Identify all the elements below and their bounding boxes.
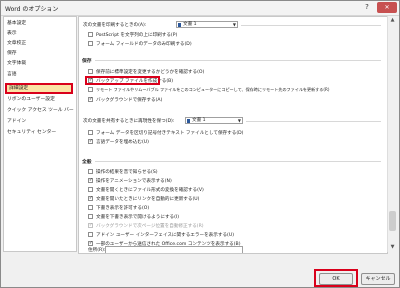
scroll-up-icon[interactable]: ▲	[388, 16, 397, 25]
update-links-label: 文書を開いたときにリンクを自動的に更新する(U)	[96, 197, 200, 202]
postscript-label: PostScript を文字列の上に印刷する(P)	[96, 33, 178, 38]
sidebar-item-language[interactable]: 言語	[7, 71, 17, 79]
chevron-down-icon: ▼	[232, 22, 236, 27]
document-icon	[178, 23, 181, 27]
sidebar-item-typography[interactable]: 文字体裁	[7, 60, 26, 68]
share-doc-label: 次の文書を共有するときに再現性を保つ(D):	[83, 119, 175, 124]
save-section-heading: 保存	[82, 59, 92, 64]
addin-ui-errors-label: アドイン ユーザー インターフェイスに関するエラーを表示する(U)	[96, 233, 234, 238]
sidebar-item-save[interactable]: 保存	[7, 50, 17, 58]
sidebar-item-advanced[interactable]: 詳細設定	[5, 83, 73, 94]
sidebar: 基本設定 表示 文章校正 保存 文字体裁 言語 詳細設定 リボンのユーザー設定 …	[3, 16, 77, 252]
save-form-data-checkbox[interactable]	[88, 130, 93, 135]
general-section-heading: 全般	[82, 160, 92, 165]
background-save-checkbox[interactable]: ✓	[88, 97, 93, 102]
confirm-conversion-label: 文書を開くときにファイル形式の変換を確認する(V)	[96, 188, 204, 193]
share-doc-dropdown-value: 文書 1	[192, 118, 206, 123]
background-repagination-checkbox: ✓	[88, 223, 93, 228]
form-data-print-label: フォーム フィールドのデータのみ印刷する(D)	[96, 42, 192, 47]
divider	[241, 25, 381, 26]
sidebar-item-proofing[interactable]: 文章校正	[7, 40, 26, 48]
options-dialog: Word のオプション ? ✕ 基本設定 表示 文章校正 保存 文字体裁 言語 …	[0, 0, 400, 288]
prompt-save-normal-checkbox[interactable]	[88, 69, 93, 74]
print-doc-dropdown[interactable]: 文書 1 ▼	[176, 21, 238, 28]
sidebar-item-trust-center[interactable]: セキュリティ センター	[7, 129, 56, 137]
help-button[interactable]: ?	[360, 2, 374, 13]
cancel-button[interactable]: キャンセル	[361, 273, 395, 285]
addin-ui-errors-checkbox[interactable]	[88, 232, 93, 237]
sidebar-item-general[interactable]: 基本設定	[7, 20, 26, 28]
chevron-down-icon: ▼	[237, 118, 241, 123]
backup-highlight-box	[85, 76, 160, 85]
background-repagination-label: バックグラウンドで次ページ位置を自動修正する(R)	[96, 224, 204, 229]
close-button[interactable]: ✕	[377, 2, 397, 13]
window-title: Word のオプション	[5, 6, 59, 13]
sound-feedback-checkbox[interactable]	[88, 169, 93, 174]
print-doc-dropdown-value: 文書 1	[183, 22, 197, 27]
content-scrollbar[interactable]: ▲ ▼	[387, 16, 397, 252]
title-bar: Word のオプション ? ✕	[1, 1, 399, 16]
divider	[246, 121, 381, 122]
background-save-label: バックグラウンドで保存する(A)	[96, 98, 163, 103]
confirm-conversion-checkbox[interactable]	[88, 187, 93, 192]
animation-feedback-label: 操作をアニメーションで表示する(N)	[96, 179, 172, 184]
divider	[95, 60, 381, 61]
form-data-print-checkbox[interactable]	[88, 41, 93, 46]
allow-draft-view-checkbox[interactable]	[88, 205, 93, 210]
document-icon	[187, 119, 190, 123]
sidebar-item-display[interactable]: 表示	[7, 30, 17, 38]
embed-linguistic-data-checkbox[interactable]: ✓	[88, 139, 93, 144]
print-doc-label: 次の文書を印刷するときの(A):	[83, 23, 147, 28]
sound-feedback-label: 操作の結果を音で知らせる(S)	[96, 170, 158, 175]
scroll-down-icon[interactable]: ▼	[388, 243, 397, 252]
animation-feedback-checkbox[interactable]: ✓	[88, 178, 93, 183]
open-draft-view-label: 文書を下書き表示で開けるようにする(I)	[96, 215, 180, 220]
share-doc-dropdown[interactable]: 文書 1 ▼	[185, 117, 243, 124]
embed-linguistic-data-label: 言語データを埋め込む(U)	[96, 140, 149, 145]
sidebar-item-addins[interactable]: アドイン	[7, 118, 26, 126]
update-links-checkbox[interactable]: ✓	[88, 196, 93, 201]
save-form-data-label: フォーム データを区切り記号付きテキスト ファイルとして保存する(D)	[96, 131, 244, 136]
sidebar-item-quick-access-toolbar[interactable]: クイック アクセス ツール バー	[7, 107, 74, 115]
address-label: 住所(R):	[88, 248, 106, 253]
copy-remote-files-checkbox[interactable]	[88, 87, 93, 92]
ok-highlight-box	[314, 269, 358, 287]
advanced-options-panel: 次の文書を印刷するときの(A): 文書 1 ▼ PostScript を文字列の…	[78, 16, 388, 254]
copy-remote-files-label: リモート ファイルやリムーバブル ファイルをこのコンピューターにコピーして、保存…	[96, 87, 330, 92]
open-draft-view-checkbox[interactable]	[88, 214, 93, 219]
address-textarea[interactable]	[105, 246, 243, 253]
prompt-save-normal-label: 保存前に標準設定を変更するかどうかを確認する(O)	[96, 70, 205, 75]
divider	[95, 161, 381, 162]
allow-draft-view-label: 下書き表示を許可する(O)	[96, 206, 150, 211]
postscript-checkbox[interactable]	[88, 32, 93, 37]
office-com-content-checkbox[interactable]: ✓	[88, 241, 93, 246]
scrollbar-thumb[interactable]	[389, 211, 396, 231]
sidebar-item-customize-ribbon[interactable]: リボンのユーザー設定	[7, 96, 55, 104]
